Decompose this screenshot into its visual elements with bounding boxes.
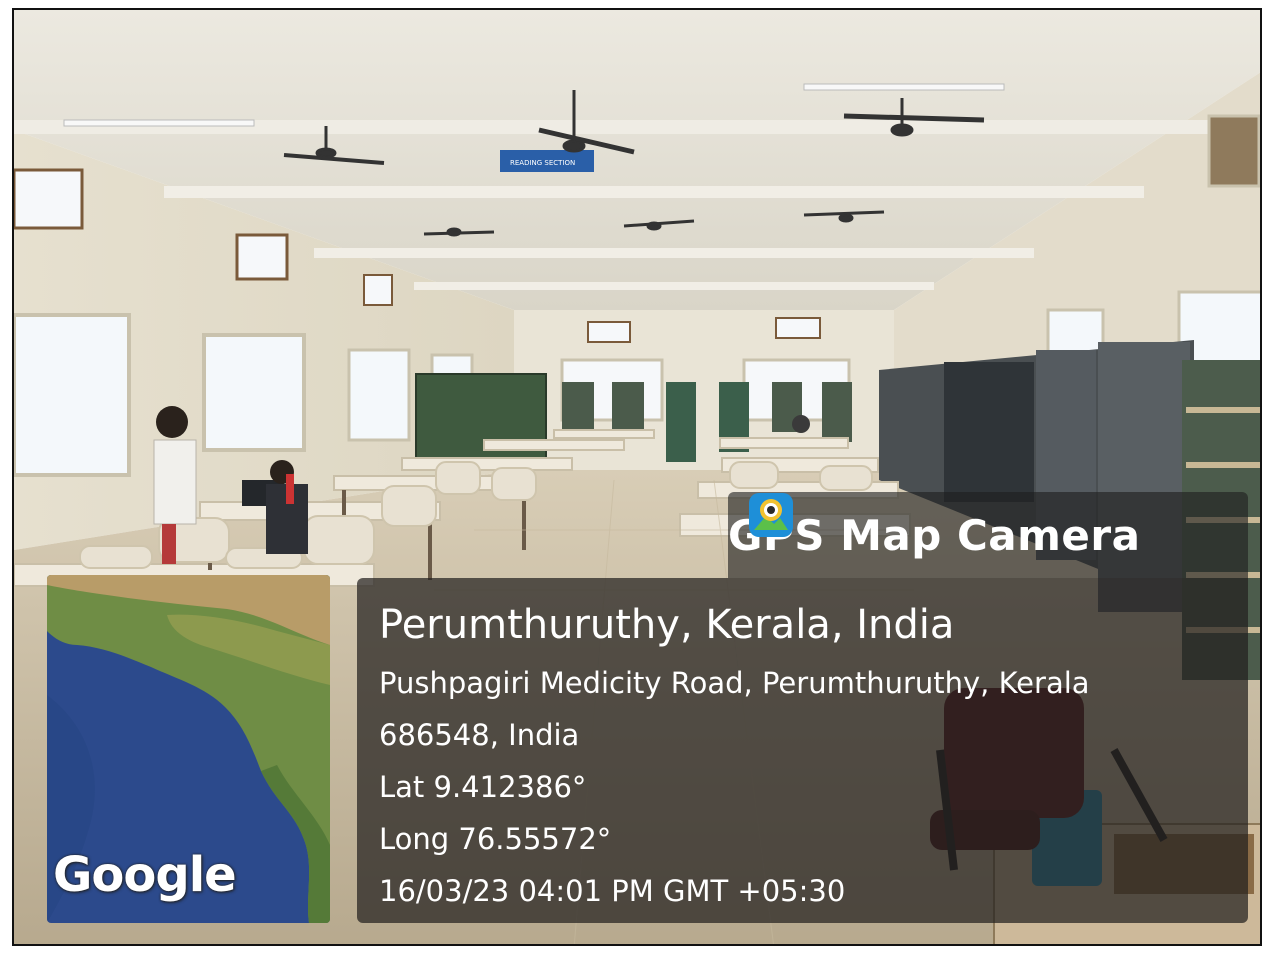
location-title: Perumthuruthy, Kerala, India: [379, 602, 955, 648]
gps-map-camera-tag: GPS Map Camera: [728, 492, 1248, 578]
screenshot-frame: READING SECTION GPS Map Camera Perumthur…: [0, 0, 1272, 954]
location-info-panel: Perumthuruthy, Kerala, India Pushpagiri …: [357, 578, 1248, 923]
address-line-2: 686548, India: [379, 718, 580, 752]
timestamp-readout: 16/03/23 04:01 PM GMT +05:30: [379, 874, 846, 908]
satellite-map-thumbnail: Google: [47, 575, 330, 923]
longitude-readout: Long 76.55572°: [379, 822, 612, 856]
camera-pin-icon: [749, 493, 793, 537]
reading-section-sign: READING SECTION: [510, 159, 575, 167]
google-attribution: Google: [53, 847, 237, 903]
latitude-readout: Lat 9.412386°: [379, 770, 587, 804]
address-line-1: Pushpagiri Medicity Road, Perumthuruthy,…: [379, 666, 1090, 700]
library-photo: READING SECTION GPS Map Camera Perumthur…: [12, 8, 1262, 946]
